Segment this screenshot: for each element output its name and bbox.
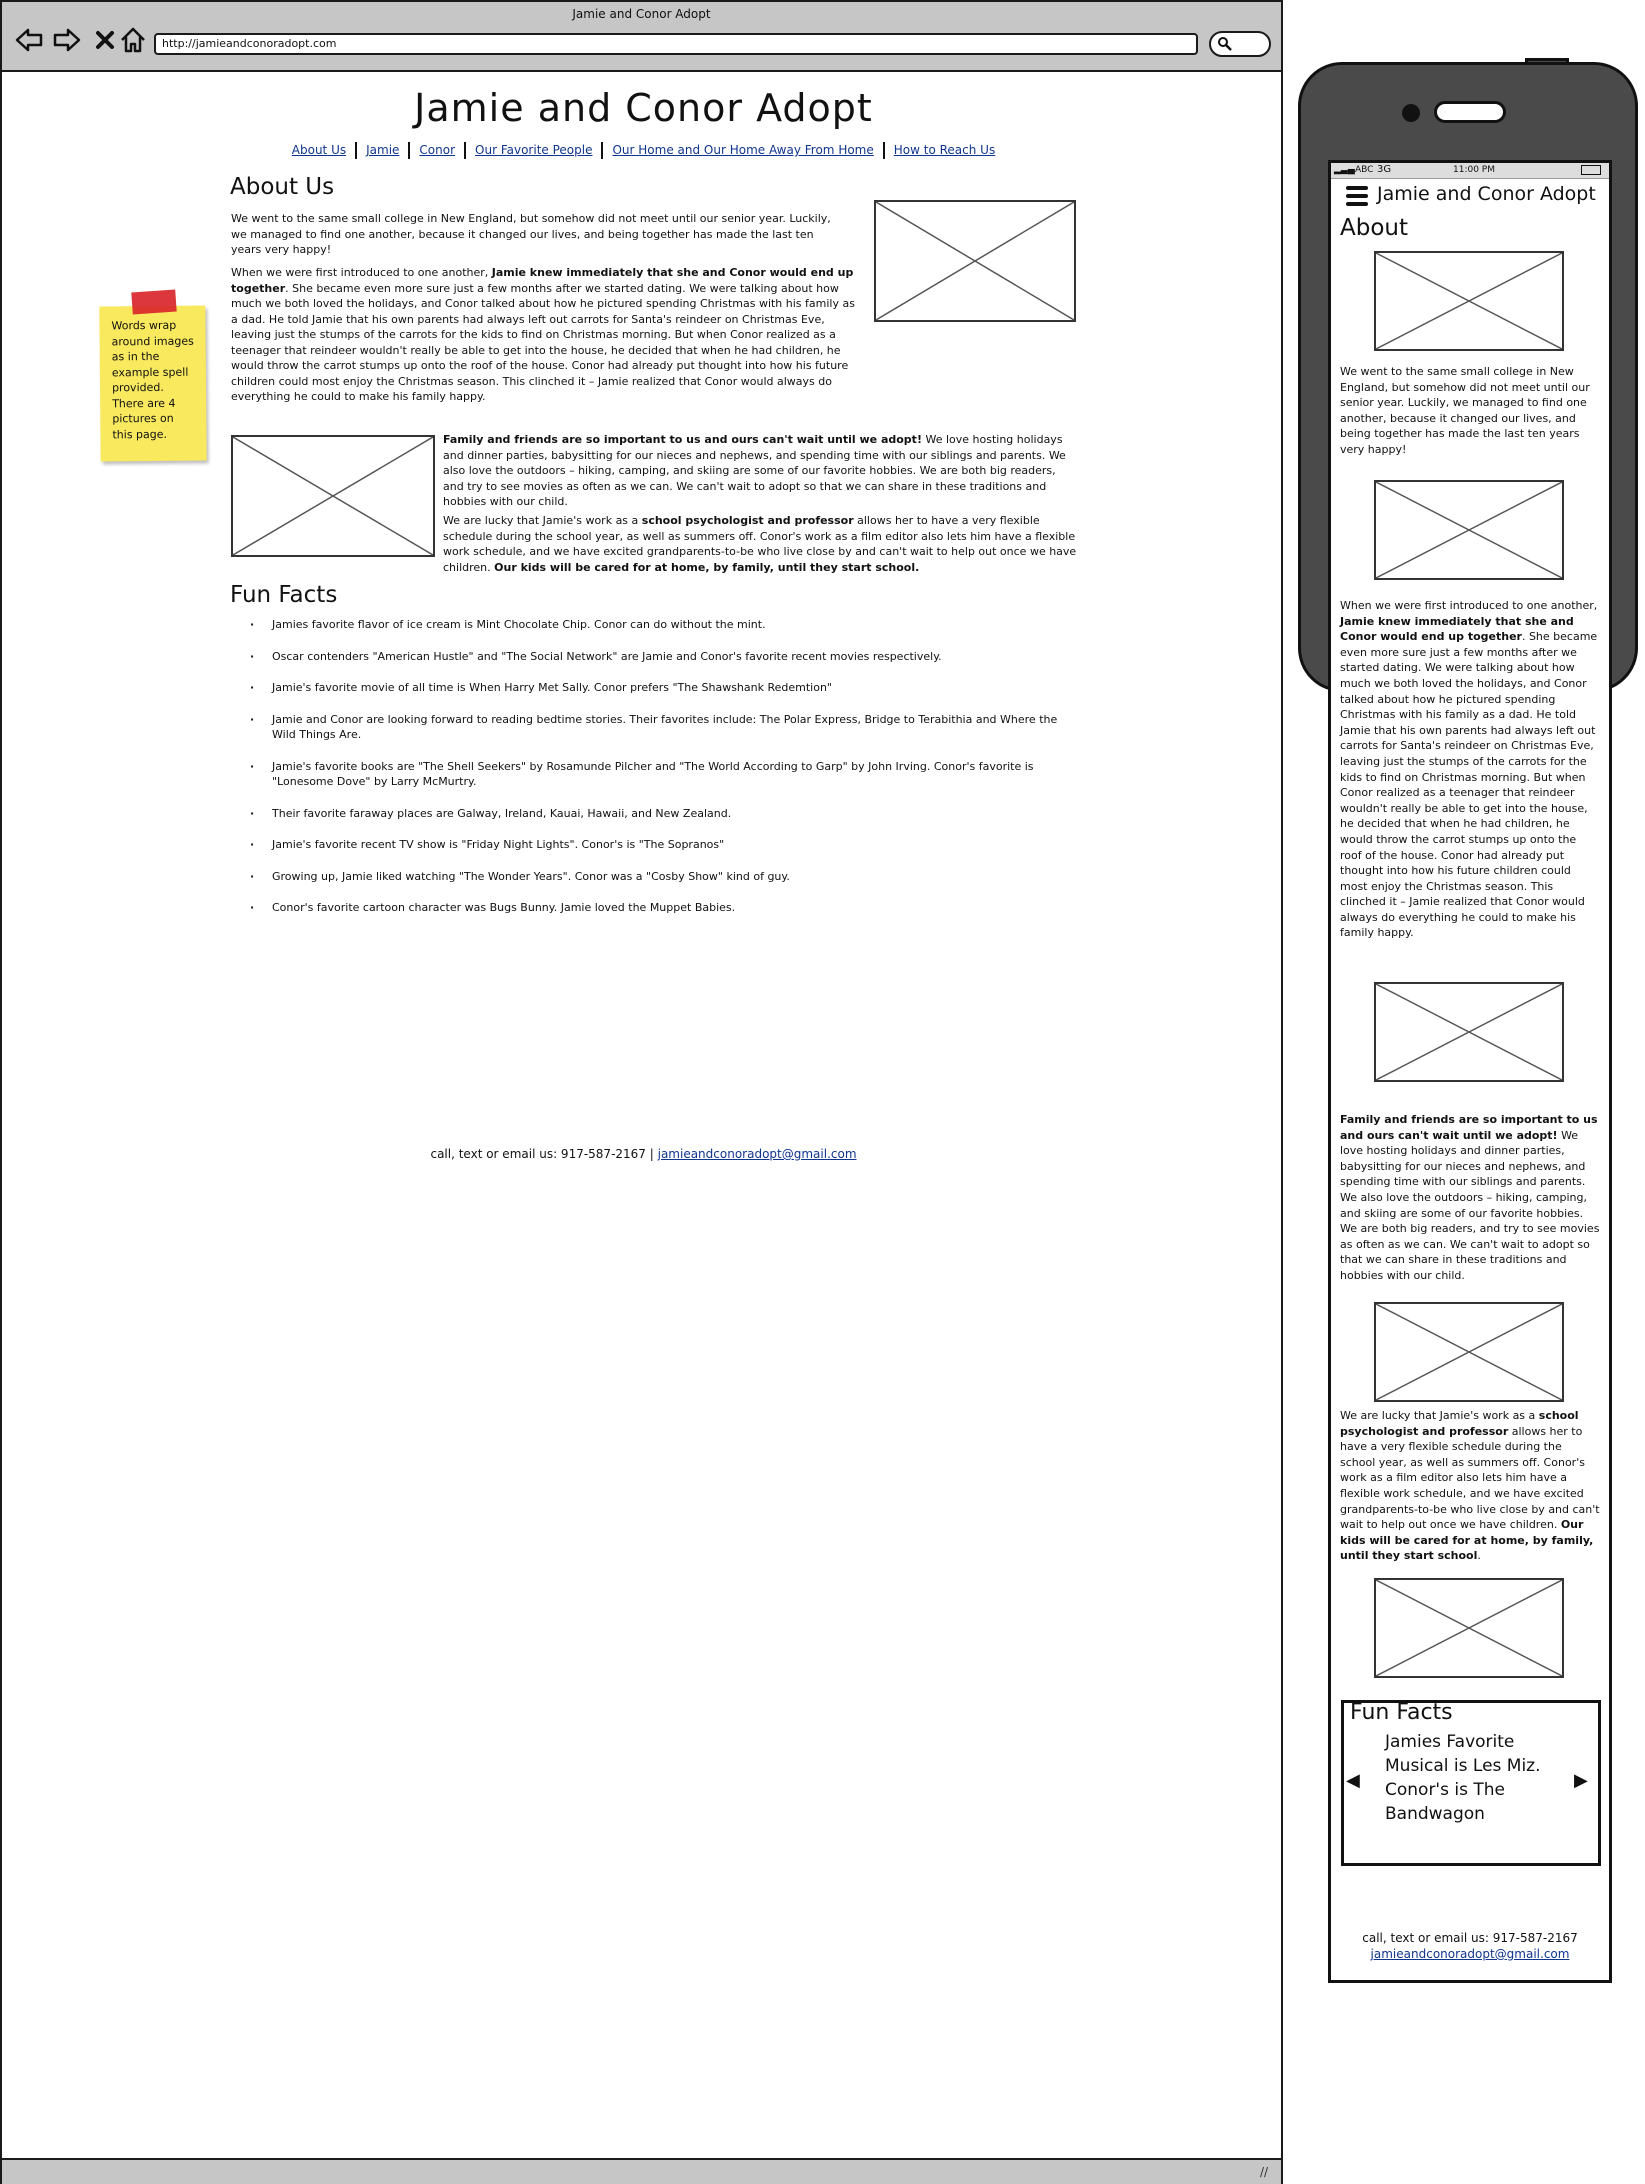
nav-link-conor[interactable]: Conor (419, 143, 455, 157)
nav-separator (355, 142, 358, 159)
phone-earpiece (1434, 101, 1506, 123)
list-item: Jamies favorite flavor of ice cream is M… (234, 617, 1064, 633)
forward-arrow-icon[interactable] (50, 22, 84, 58)
image-placeholder-icon (1374, 1302, 1564, 1402)
url-bar[interactable]: http://jamieandconoradopt.com (154, 33, 1198, 55)
mobile-footer-text: call, text or email us: 917-587-2167 (1362, 1931, 1578, 1945)
work-paragraph: We are lucky that Jamie's work as a scho… (443, 514, 1077, 574)
tape-strip (131, 289, 177, 315)
nav-link-our-home[interactable]: Our Home and Our Home Away From Home (612, 143, 873, 157)
fun-facts-list: Jamies favorite flavor of ice cream is M… (234, 617, 1064, 932)
fun-facts-heading: Fun Facts (230, 582, 338, 608)
list-item: Jamie's favorite movie of all time is Wh… (234, 680, 1064, 696)
window-title: Jamie and Conor Adopt (572, 7, 711, 21)
clock: 11:00 PM (1453, 165, 1495, 175)
carousel-fact-text: Jamies Favorite Musical is Les Miz. Cono… (1385, 1732, 1541, 1824)
site-title: Jamie and Conor Adopt (414, 86, 873, 130)
image-placeholder-icon (1374, 1578, 1564, 1678)
resize-grip-icon[interactable]: // (1260, 2165, 1276, 2179)
list-item: Jamie and Conor are looking forward to r… (234, 712, 1064, 743)
battery-icon (1581, 165, 1601, 175)
footer-email-link[interactable]: jamieandconoradopt@gmail.com (658, 1147, 857, 1161)
mobile-about-heading: About (1340, 215, 1409, 241)
back-arrow-icon[interactable] (12, 22, 46, 58)
nav-separator (882, 142, 885, 159)
mobile-paragraph-1: We went to the same small college in New… (1340, 365, 1590, 456)
nav-link-favorite-people[interactable]: Our Favorite People (475, 143, 592, 157)
browser-titlebar: Jamie and Conor Adopt http://jamieandcon… (2, 2, 1281, 72)
list-item: Jamie's favorite recent TV show is "Frid… (234, 837, 1064, 853)
mobile-footer-email-link[interactable]: jamieandconoradopt@gmail.com (1371, 1947, 1570, 1961)
list-item: Oscar contenders "American Hustle" and "… (234, 649, 1064, 665)
browser-statusbar (2, 2158, 1281, 2184)
network-label: 3G (1377, 164, 1392, 175)
list-item: Jamie's favorite books are "The Shell Se… (234, 759, 1064, 790)
page-footer: call, text or email us: 917-587-2167 | j… (430, 1147, 857, 1161)
signal-icon: ▂▃▄ (1334, 165, 1355, 175)
phone-camera (1402, 104, 1420, 122)
search-icon (1218, 37, 1232, 51)
triangle-right-icon[interactable]: ▶ (1574, 1770, 1588, 1791)
image-placeholder-icon (231, 435, 435, 557)
nav-separator (601, 142, 604, 159)
top-navigation: About Us Jamie Conor Our Favorite People Our… (2, 142, 1285, 159)
mobile-paragraph-4: We are lucky that Jamie's work as a scho… (1340, 1409, 1600, 1563)
family-paragraph: Family and friends are so important to u… (443, 433, 1066, 508)
mobile-paragraph-3: Family and friends are so important to u… (1340, 1113, 1600, 1282)
list-item: Conor's favorite cartoon character was B… (234, 900, 1064, 916)
phone-status-bar: ▂▃▄ ABC 3G 11:00 PM (1331, 163, 1609, 179)
mobile-footer: call, text or email us: 917-587-2167 jam… (1331, 1930, 1609, 1962)
home-icon[interactable] (116, 22, 150, 58)
image-placeholder-icon (874, 200, 1076, 322)
about-paragraph-1: We went to the same small college in New… (231, 212, 831, 256)
nav-link-jamie[interactable]: Jamie (366, 143, 399, 157)
mobile-fun-facts-heading: Fun Facts (1350, 1700, 1453, 1725)
image-placeholder-icon (1374, 480, 1564, 580)
about-paragraph-2: When we were first introduced to one ano… (231, 266, 855, 403)
nav-separator (408, 142, 411, 159)
nav-link-about-us[interactable]: About Us (292, 143, 346, 157)
list-item: Growing up, Jamie liked watching "The Wo… (234, 869, 1064, 885)
carrier-label: ABC (1355, 165, 1374, 175)
image-placeholder-icon (1374, 982, 1564, 1082)
list-item: Their favorite faraway places are Galway… (234, 806, 1064, 822)
mobile-paragraph-2: When we were first introduced to one ano… (1340, 599, 1598, 940)
about-heading: About Us (230, 174, 335, 200)
mobile-site-title: Jamie and Conor Adopt (1377, 183, 1596, 205)
image-placeholder-icon (1374, 251, 1564, 351)
browser-search-box[interactable] (1209, 31, 1271, 57)
hamburger-menu-icon[interactable] (1346, 186, 1368, 206)
nav-separator (464, 142, 467, 159)
nav-link-reach-us[interactable]: How to Reach Us (894, 143, 995, 157)
sticky-note: Words wrap around images as in the examp… (99, 305, 207, 462)
triangle-left-icon[interactable]: ◀ (1346, 1770, 1360, 1791)
